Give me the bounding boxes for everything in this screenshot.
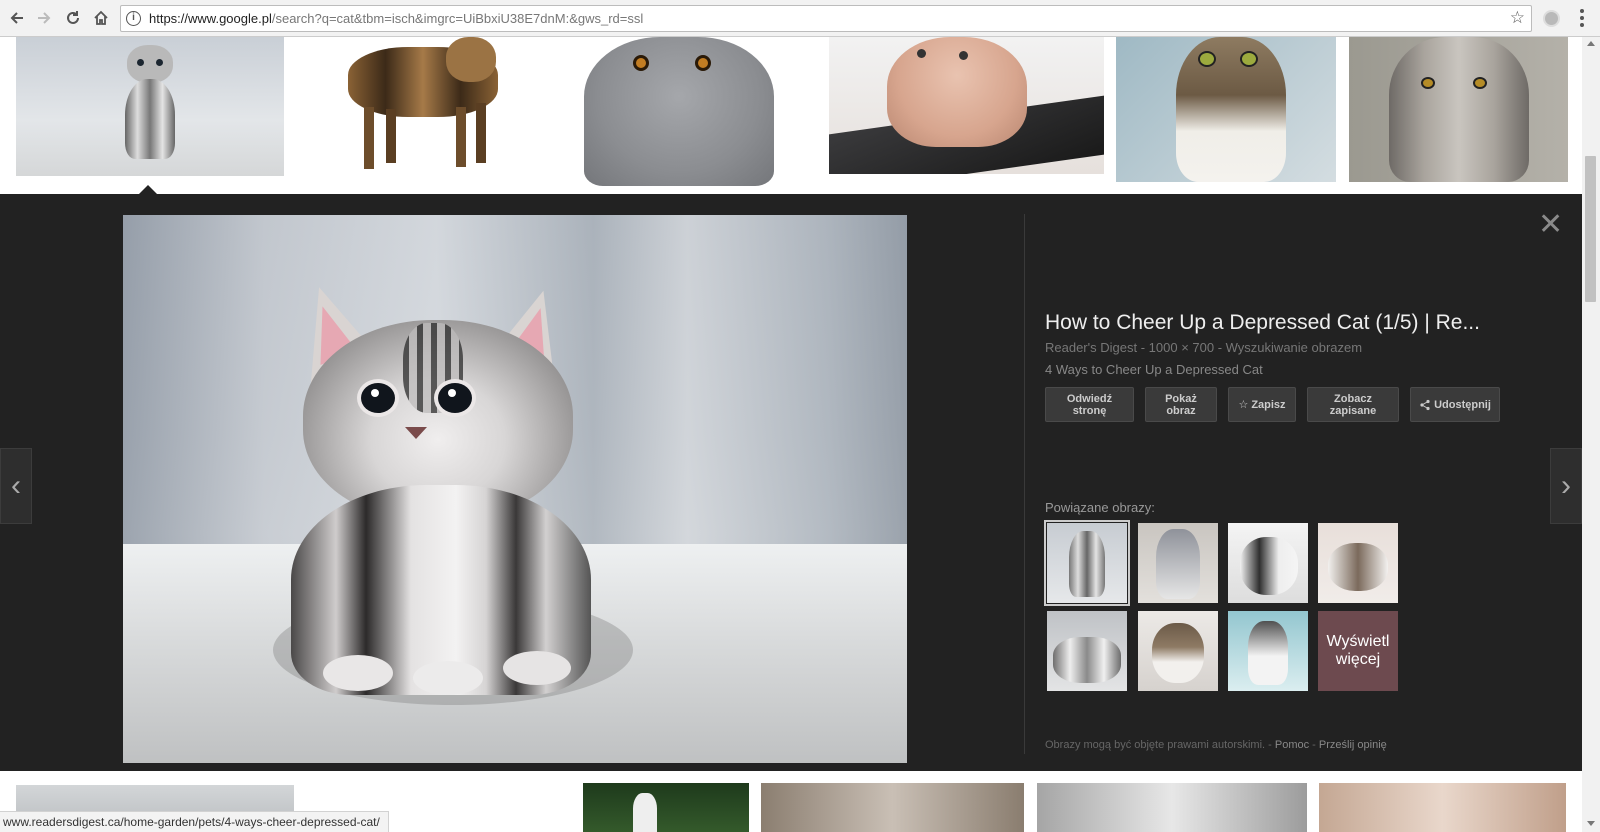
result-thumbnail[interactable] [829,37,1104,174]
visit-page-label: Odwiedź stronę [1066,392,1113,417]
copyright-footer: Obrazy mogą być objęte prawami autorskim… [1045,739,1387,751]
star-icon: ☆ [1238,398,1249,411]
back-arrow-icon[interactable] [5,6,29,30]
address-bar[interactable]: i https://www.google.pl/search?q=cat&tbm… [120,5,1532,32]
result-thumbnail[interactable] [569,37,799,186]
related-image[interactable] [1318,523,1398,603]
home-icon[interactable] [89,6,113,30]
scroll-up-icon[interactable] [1587,41,1595,46]
view-image-button[interactable]: Pokaż obraz [1145,387,1217,422]
result-thumbnail[interactable] [583,783,749,832]
share-icon [1420,399,1430,410]
profile-avatar[interactable] [1543,10,1560,27]
url-host: https://www.google.pl [149,11,272,26]
share-button[interactable]: Udostępnij [1410,387,1500,422]
related-image[interactable] [1228,611,1308,691]
image-dimensions: 1000 × 700 [1148,340,1215,355]
scroll-down-icon[interactable] [1587,821,1595,826]
view-more-label: Wyświetl więcej [1326,633,1390,668]
close-icon[interactable]: ✕ [1538,210,1563,240]
chevron-right-icon[interactable]: › [1550,448,1582,524]
link-status-bar: www.readersdigest.ca/home-garden/pets/4-… [0,811,389,832]
scrollbar-thumb[interactable] [1585,156,1596,302]
image-title[interactable]: How to Cheer Up a Depressed Cat (1/5) | … [1045,311,1515,335]
result-thumbnail[interactable] [296,37,558,182]
visit-page-button[interactable]: Odwiedź stronę [1045,387,1134,422]
save-label: Zapisz [1251,398,1286,411]
result-thumbnail[interactable] [1037,783,1307,832]
view-more-button[interactable]: Wyświetl więcej [1318,611,1398,691]
chevron-left-icon[interactable]: ‹ [0,448,32,524]
related-image[interactable] [1138,523,1218,603]
view-image-label: Pokaż obraz [1165,392,1197,417]
copyright-note: Obrazy mogą być objęte prawami autorskim… [1045,739,1266,751]
feedback-link[interactable]: Prześlij opinię [1319,739,1387,751]
browser-toolbar: i https://www.google.pl/search?q=cat&tbm… [0,0,1600,37]
panel-divider [1024,214,1025,754]
result-thumbnail[interactable] [16,37,284,176]
search-by-image-link[interactable]: Wyszukiwanie obrazem [1226,340,1362,355]
image-description: 4 Ways to Cheer Up a Depressed Cat [1045,362,1263,377]
image-viewer-panel: ‹ ✕ How to Cheer Up a Depressed Cat (1/5… [0,194,1582,771]
related-image[interactable] [1228,523,1308,603]
image-source[interactable]: Reader's Digest [1045,340,1137,355]
image-info-panel: How to Cheer Up a Depressed Cat (1/5) | … [1044,194,1525,771]
reload-icon[interactable] [61,6,85,30]
related-image[interactable] [1044,520,1130,606]
page-content: ‹ ✕ How to Cheer Up a Depressed Cat (1/5… [0,37,1582,832]
share-label: Udostępnij [1434,398,1491,411]
address-url[interactable]: https://www.google.pl/search?q=cat&tbm=i… [149,11,643,26]
forward-arrow-icon[interactable] [32,6,56,30]
main-preview-image[interactable] [123,215,907,763]
help-link[interactable]: Pomoc [1275,739,1309,751]
page-scrollbar[interactable] [1582,37,1600,832]
related-image[interactable] [1138,611,1218,691]
url-path: /search?q=cat&tbm=isch&imgrc=UiBbxiU38E7… [271,11,644,26]
result-thumbnail[interactable] [1116,37,1336,182]
save-button[interactable]: ☆ Zapisz [1228,387,1296,422]
related-image[interactable] [1047,611,1127,691]
view-saved-button[interactable]: Zobacz zapisane [1307,387,1399,422]
star-icon[interactable]: ☆ [1510,8,1525,28]
image-meta: Reader's Digest - 1000 × 700 - Wyszukiwa… [1045,340,1363,355]
action-buttons: Odwiedź stronę Pokaż obraz ☆ Zapisz Zobac… [1045,387,1500,422]
info-icon[interactable]: i [126,11,141,26]
related-images-label: Powiązane obrazy: [1045,500,1155,515]
result-thumbnail[interactable] [1349,37,1568,182]
browser-menu-icon[interactable] [1576,6,1588,30]
view-saved-label: Zobacz zapisane [1329,392,1377,417]
result-thumbnail[interactable] [1319,783,1566,832]
result-thumbnail[interactable] [761,783,1024,832]
